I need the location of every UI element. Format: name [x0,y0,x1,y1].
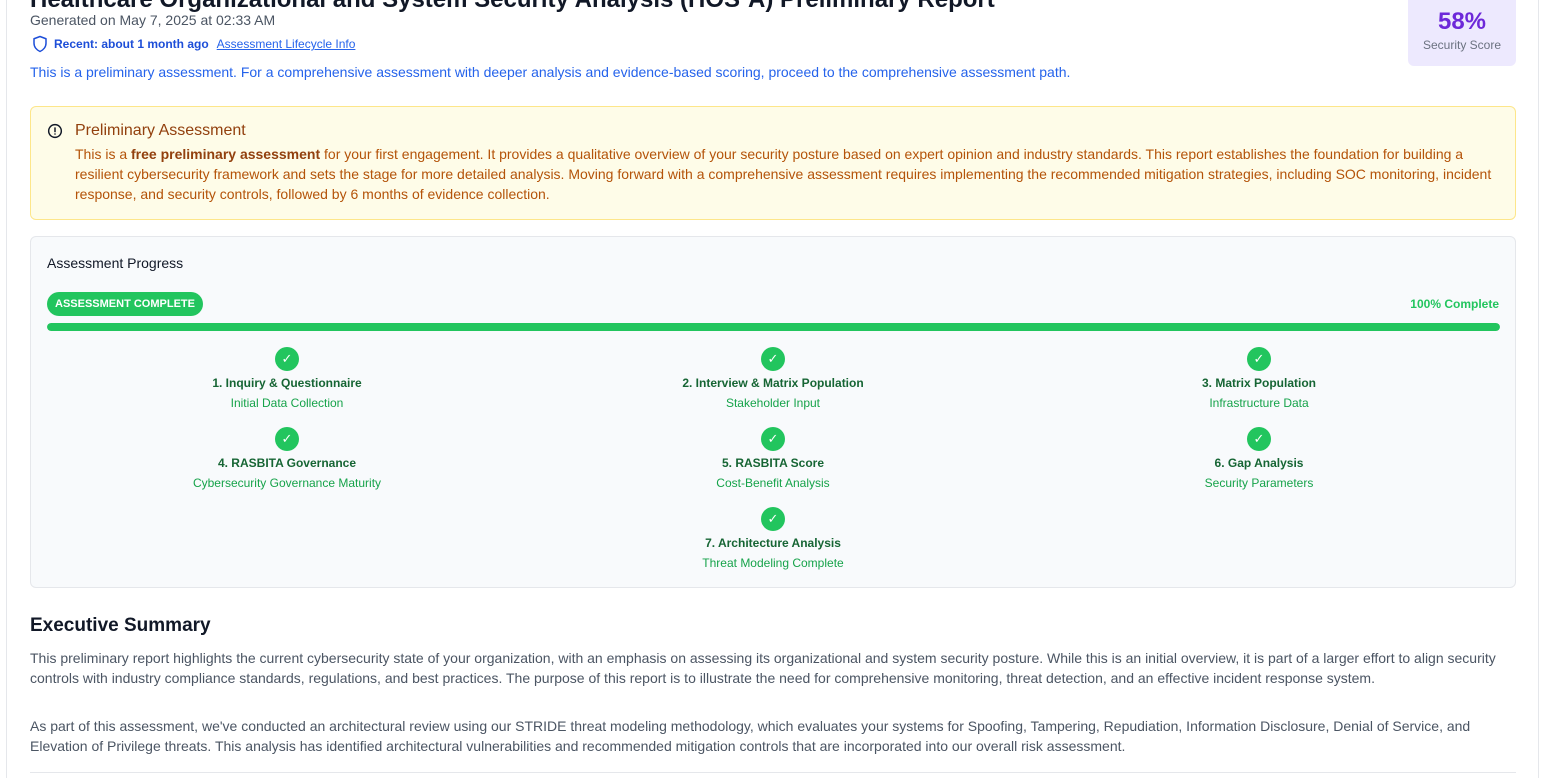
step-3: ✓ 3. Matrix Population Infrastructure Da… [1099,347,1419,411]
step-6: ✓ 6. Gap Analysis Security Parameters [1099,427,1419,491]
step-title: 4. RASBITA Governance [217,456,357,470]
step-title: 6. Gap Analysis [1214,456,1304,470]
step-subtitle: Cost-Benefit Analysis [716,476,830,490]
step-title: 7. Architecture Analysis [705,536,841,550]
preliminary-note: This is a preliminary assessment. For a … [30,64,1071,80]
alert-body-prefix: This is a [75,146,132,162]
step-2: ✓ 2. Interview & Matrix Population Stake… [613,347,933,411]
recent-label: Recent: about 1 month ago [54,37,209,51]
step-7: ✓ 7. Architecture Analysis Threat Modeli… [613,507,933,571]
step-subtitle: Infrastructure Data [1209,396,1309,410]
check-circle-icon: ✓ [275,427,299,451]
recent-indicator: Recent: about 1 month ago Assessment Lif… [31,34,355,54]
alert-title: Preliminary Assessment [75,122,246,139]
check-circle-icon: ✓ [761,427,785,451]
security-score-value: 58% [1437,8,1487,35]
percent-complete-label: 100% Complete [1410,297,1499,311]
alert-body-bold: free preliminary assessment [131,146,321,162]
assessment-complete-badge: ASSESSMENT COMPLETE [47,292,203,316]
progress-bar [47,323,1500,331]
step-title: 1. Inquiry & Questionnaire [212,376,362,390]
step-5: ✓ 5. RASBITA Score Cost-Benefit Analysis [613,427,933,491]
security-score-card: 58% Security Score [1408,0,1516,66]
check-circle-icon: ✓ [761,507,785,531]
generated-timestamp: Generated on May 7, 2025 at 02:33 AM [30,12,276,28]
executive-summary-title: Executive Summary [30,615,211,636]
preliminary-assessment-alert: Preliminary Assessment This is a free pr… [30,106,1516,220]
step-title: 5. RASBITA Score [721,456,825,470]
check-circle-icon: ✓ [275,347,299,371]
assessment-progress-card: Assessment Progress ASSESSMENT COMPLETE … [30,236,1516,588]
step-title: 3. Matrix Population [1201,376,1316,390]
progress-bar-fill [47,323,1500,331]
executive-summary-paragraph-1: This preliminary report highlights the c… [30,650,1496,686]
check-circle-icon: ✓ [761,347,785,371]
progress-heading: Assessment Progress [47,255,184,271]
shield-icon [33,35,47,53]
step-subtitle: Security Parameters [1204,476,1314,490]
step-subtitle: Initial Data Collection [230,396,344,410]
section-divider [30,772,1516,773]
check-circle-icon: ✓ [1247,347,1271,371]
executive-summary-paragraph-2: As part of this assessment, we've conduc… [30,718,1471,754]
step-subtitle: Threat Modeling Complete [702,556,844,570]
alert-body: This is a free preliminary assessment fo… [75,144,1505,204]
alert-circle-icon [47,123,63,139]
step-title: 2. Interview & Matrix Population [682,376,864,390]
assessment-lifecycle-link[interactable]: Assessment Lifecycle Info [217,37,356,51]
security-score-label: Security Score [1422,38,1502,52]
step-4: ✓ 4. RASBITA Governance Cybersecurity Go… [127,427,447,491]
step-subtitle: Stakeholder Input [725,396,821,410]
step-1: ✓ 1. Inquiry & Questionnaire Initial Dat… [127,347,447,411]
step-subtitle: Cybersecurity Governance Maturity [192,476,382,490]
check-circle-icon: ✓ [1247,427,1271,451]
